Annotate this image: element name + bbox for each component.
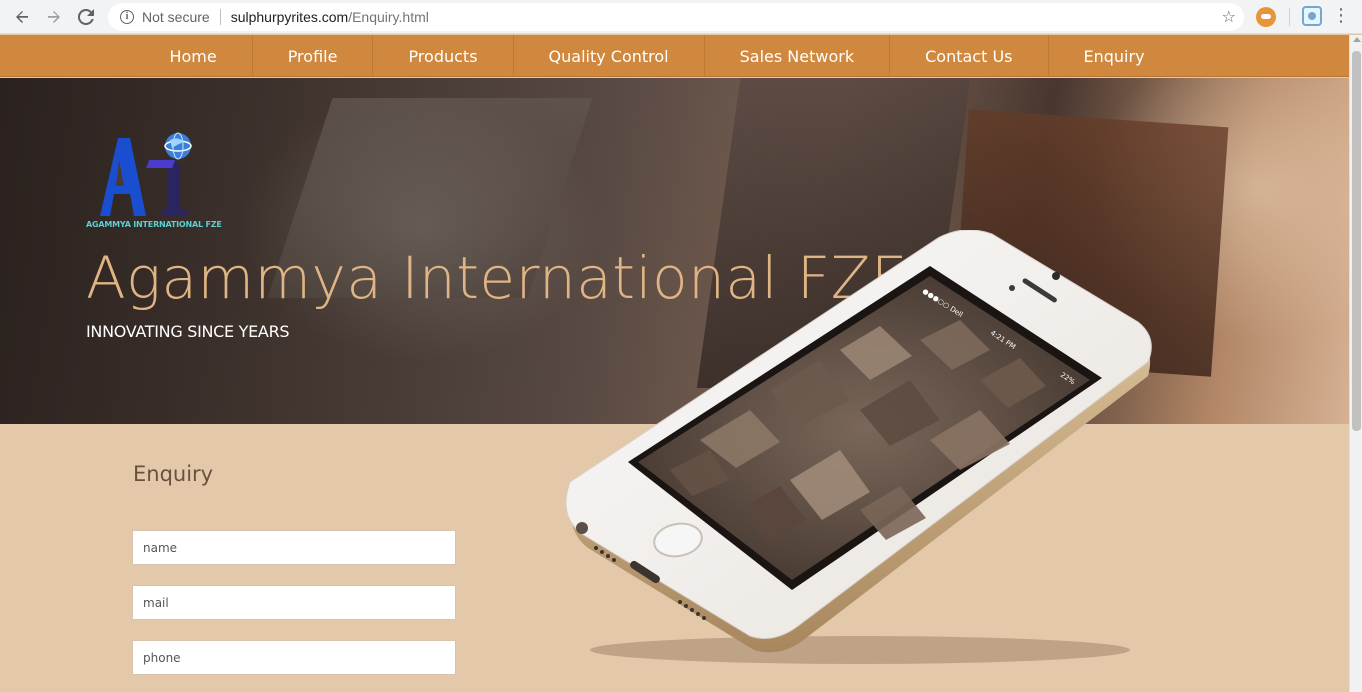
page-scrollbar[interactable] [1349, 35, 1362, 692]
security-label: Not secure [142, 9, 210, 25]
nav-sales-network[interactable]: Sales Network [705, 35, 891, 77]
menu-icon[interactable]: ⋮ [1332, 6, 1350, 26]
site-navigation: Home Profile Products Quality Control Sa… [0, 35, 1349, 77]
phone-mockup-image: ●●●○○ Dell 4:21 PM 22% [560, 229, 1160, 670]
extension-icon[interactable] [1256, 7, 1276, 27]
scrollbar-thumb[interactable] [1352, 51, 1361, 431]
url-path: /Enquiry.html [348, 9, 429, 25]
nav-profile[interactable]: Profile [253, 35, 374, 77]
nav-quality-control[interactable]: Quality Control [514, 35, 705, 77]
address-bar[interactable]: i Not secure sulphurpyrites.com/Enquiry.… [108, 3, 1244, 31]
address-separator [219, 9, 221, 25]
nav-home[interactable]: Home [169, 35, 253, 77]
browser-toolbar: i Not secure sulphurpyrites.com/Enquiry.… [0, 0, 1362, 34]
nav-products[interactable]: Products [373, 35, 514, 77]
enquiry-heading: Enquiry [133, 462, 214, 486]
phone-field[interactable] [132, 640, 456, 675]
url-host: sulphurpyrites.com [230, 9, 349, 25]
back-icon[interactable] [10, 5, 34, 29]
name-field[interactable] [132, 530, 456, 565]
star-icon[interactable]: ☆ [1222, 7, 1236, 26]
info-icon[interactable]: i [120, 10, 134, 24]
nav-contact-us[interactable]: Contact Us [890, 35, 1049, 77]
nav-enquiry[interactable]: Enquiry [1049, 35, 1180, 77]
reload-icon[interactable] [74, 5, 98, 29]
mail-field[interactable] [132, 585, 456, 620]
hero-tagline: INNOVATING SINCE YEARS [86, 322, 290, 341]
company-logo[interactable]: AGAMMYA INTERNATIONAL FZE [86, 130, 236, 234]
scroll-up-icon[interactable] [1353, 37, 1361, 42]
logo-caption: AGAMMYA INTERNATIONAL FZE [86, 220, 222, 229]
forward-icon[interactable] [42, 5, 66, 29]
toolbar-divider [1289, 8, 1290, 26]
profile-icon[interactable] [1302, 6, 1322, 26]
